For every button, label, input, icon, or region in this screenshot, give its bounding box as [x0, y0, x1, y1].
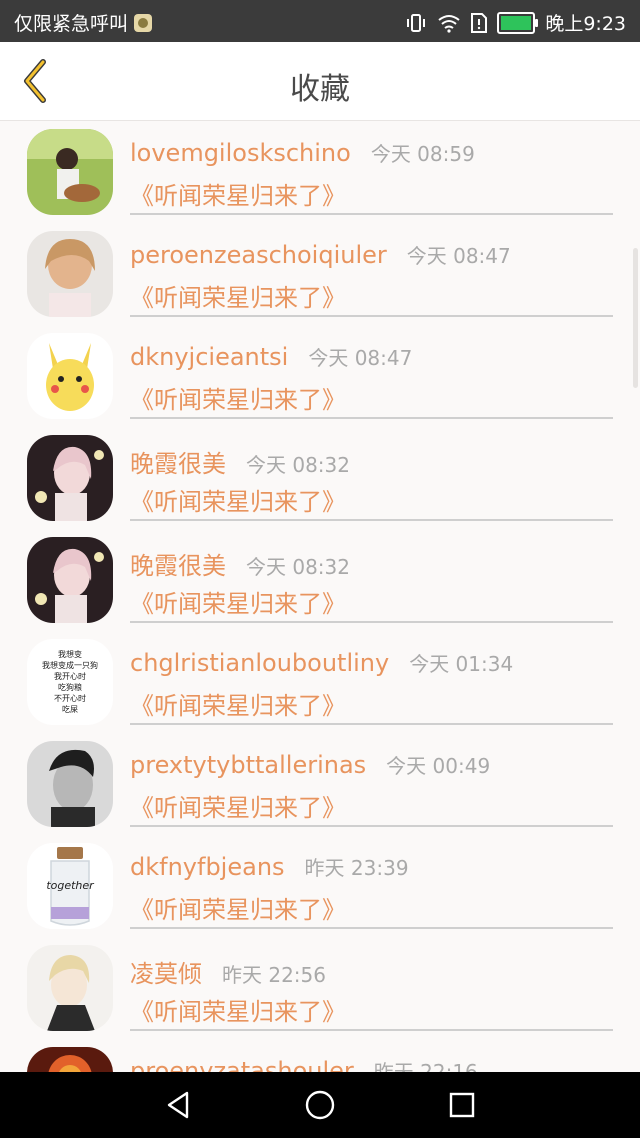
- favorites-list: lovemgiloskschino 今天 08:59 《听闻荣星归来了》 pero…: [0, 120, 640, 1072]
- avatar[interactable]: [27, 129, 113, 215]
- divider: [130, 825, 613, 827]
- app-header: 收藏: [0, 42, 640, 121]
- system-nav-bar: [0, 1072, 640, 1138]
- user-name: dknyjcieantsi: [130, 343, 289, 371]
- timestamp: 今天 00:49: [386, 754, 491, 778]
- item-title: 《听闻荣星归来了》: [130, 896, 346, 924]
- battery-icon: [497, 11, 539, 34]
- divider: [130, 315, 613, 317]
- divider: [130, 1029, 613, 1031]
- user-name: prextytybttallerinas: [130, 751, 367, 779]
- timestamp: 昨天 22:56: [222, 963, 326, 987]
- item-title: 《听闻荣星归来了》: [130, 794, 346, 822]
- square-recents-icon: [449, 1092, 475, 1118]
- scrollbar[interactable]: [633, 248, 638, 388]
- timestamp: 今天 01:34: [409, 652, 514, 676]
- divider: [130, 927, 613, 929]
- circle-home-icon: [305, 1090, 335, 1120]
- timestamp: 今天 08:32: [246, 555, 350, 579]
- avatar-text-line: 不开心时: [54, 694, 86, 703]
- user-name: peroenzeaschoiqiuler: [130, 241, 387, 269]
- nav-back-button[interactable]: [160, 1087, 196, 1123]
- user-name: 晚霞很美: [130, 450, 226, 478]
- avatar[interactable]: [27, 435, 113, 521]
- status-left: 仅限紧急呼叫: [14, 9, 153, 36]
- clock-text: 晚上9:23: [545, 13, 626, 35]
- list-item[interactable]: together dkfnyfbjeans 昨天 23:39 《听闻荣星归来了》: [0, 834, 640, 936]
- list-item[interactable]: dknyjcieantsi 今天 08:47 《听闻荣星归来了》: [0, 324, 640, 426]
- avatar[interactable]: [27, 1047, 113, 1072]
- avatar[interactable]: [27, 741, 113, 827]
- item-title: 《听闻荣星归来了》: [130, 590, 346, 618]
- divider: [130, 723, 613, 725]
- timestamp: 昨天 22:16: [373, 1060, 478, 1072]
- page-title: 收藏: [290, 72, 350, 107]
- item-title: 《听闻荣星归来了》: [130, 488, 346, 516]
- avatar[interactable]: [27, 231, 113, 317]
- status-bar: 仅限紧急呼叫 晚上9:23: [0, 0, 640, 42]
- nav-recents-button[interactable]: [444, 1087, 480, 1123]
- avatar-text-line: 吃狗粮: [58, 683, 82, 692]
- avatar[interactable]: 我想变 我想变成一只狗 我开心时 吃狗粮 不开心时 吃屎: [27, 639, 113, 725]
- avatar[interactable]: [27, 537, 113, 623]
- list-item[interactable]: 凌莫倾 昨天 22:56 《听闻荣星归来了》: [0, 936, 640, 1038]
- divider: [130, 417, 613, 419]
- timestamp: 今天 08:47: [308, 346, 413, 370]
- vibrate-icon: [405, 13, 427, 33]
- user-name: proenyzatashouler: [130, 1057, 354, 1072]
- avatar[interactable]: [27, 945, 113, 1031]
- list-item[interactable]: 晚霞很美 今天 08:32 《听闻荣星归来了》: [0, 426, 640, 528]
- item-title: 《听闻荣星归来了》: [130, 284, 346, 312]
- user-name: 晚霞很美: [130, 552, 226, 580]
- avatar-text-line: together: [46, 879, 94, 892]
- user-name: 凌莫倾: [130, 960, 202, 988]
- app-notification-icon: [134, 13, 153, 32]
- item-title: 《听闻荣星归来了》: [130, 998, 346, 1026]
- divider: [130, 621, 613, 623]
- avatar-text-line: 我想变: [58, 650, 82, 659]
- list-item[interactable]: lovemgiloskschino 今天 08:59 《听闻荣星归来了》: [0, 120, 640, 222]
- list-item[interactable]: prextytybttallerinas 今天 00:49 《听闻荣星归来了》: [0, 732, 640, 834]
- timestamp: 今天 08:32: [246, 453, 350, 477]
- user-name: lovemgiloskschino: [130, 139, 351, 167]
- avatar[interactable]: together: [27, 843, 113, 929]
- avatar-text-line: 我想变成一只狗: [42, 661, 98, 670]
- wifi-icon: [437, 13, 461, 33]
- carrier-text: 仅限紧急呼叫: [14, 13, 129, 35]
- nav-home-button[interactable]: [302, 1087, 338, 1123]
- item-title: 《听闻荣星归来了》: [130, 692, 346, 720]
- divider: [130, 213, 613, 215]
- user-name: dkfnyfbjeans: [130, 853, 285, 881]
- list-item[interactable]: 我想变 我想变成一只狗 我开心时 吃狗粮 不开心时 吃屎 chglristian…: [0, 630, 640, 732]
- avatar-text-line: 我开心时: [54, 672, 86, 681]
- list-item[interactable]: proenyzatashouler 昨天 22:16: [0, 1038, 640, 1072]
- list-item[interactable]: 晚霞很美 今天 08:32 《听闻荣星归来了》: [0, 528, 640, 630]
- timestamp: 昨天 23:39: [304, 856, 409, 880]
- user-name: chglristianlouboutliny: [130, 649, 390, 677]
- list-item[interactable]: peroenzeaschoiqiuler 今天 08:47 《听闻荣星归来了》: [0, 222, 640, 324]
- avatar-text-line: 吃屎: [62, 705, 78, 714]
- triangle-back-icon: [167, 1091, 189, 1119]
- timestamp: 今天 08:47: [406, 244, 511, 268]
- avatar-text: 我想变 我想变成一只狗 我开心时 吃狗粮 不开心时 吃屎: [27, 649, 113, 715]
- avatar[interactable]: [27, 333, 113, 419]
- item-title: 《听闻荣星归来了》: [130, 386, 346, 414]
- item-title: 《听闻荣星归来了》: [130, 182, 346, 210]
- no-sim-icon: [471, 12, 488, 33]
- divider: [130, 519, 613, 521]
- status-right: 晚上9:23: [405, 9, 626, 36]
- timestamp: 今天 08:59: [370, 142, 475, 166]
